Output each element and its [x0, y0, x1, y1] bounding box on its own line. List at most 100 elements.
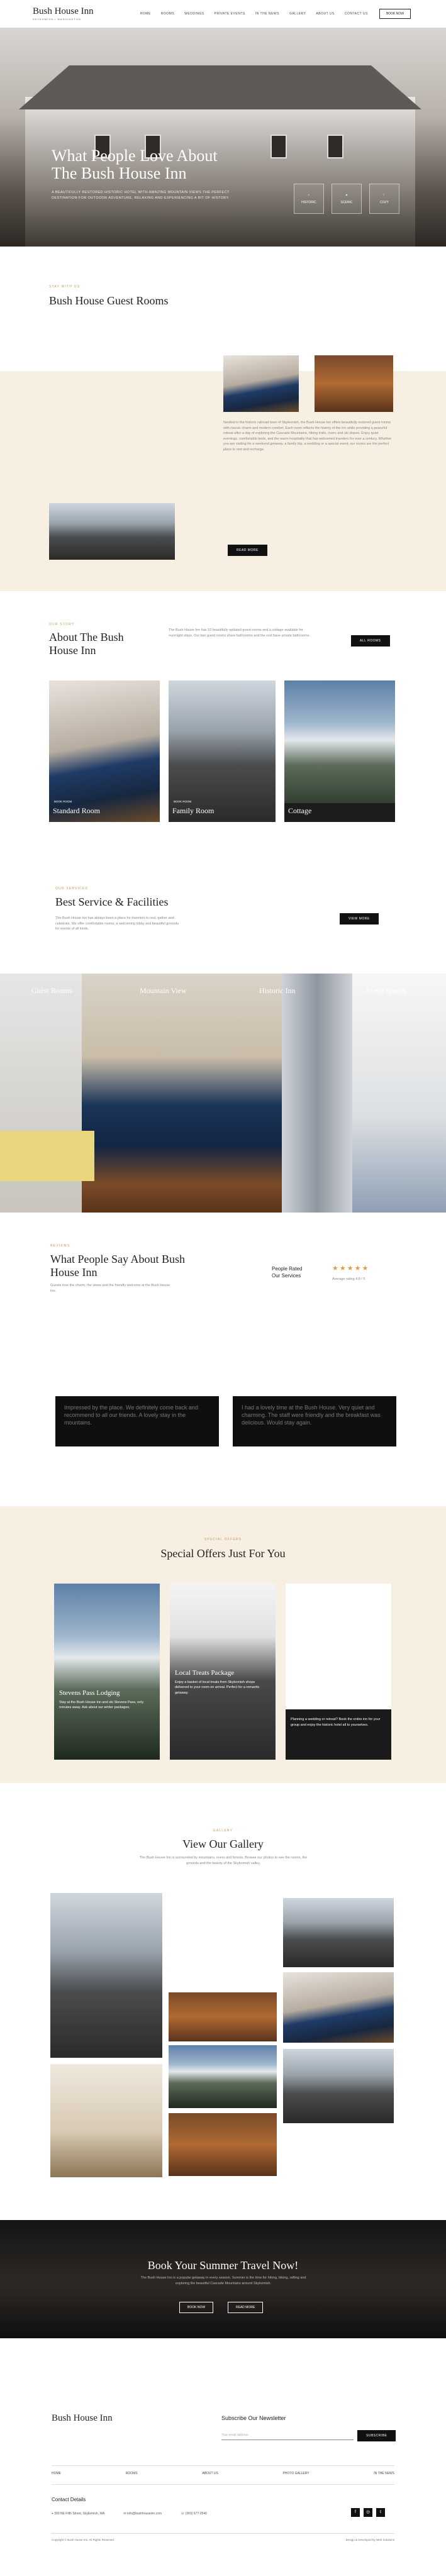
rooms-title: Bush House Guest Rooms	[49, 294, 169, 307]
footer-link[interactable]: ABOUT US	[202, 2472, 218, 2475]
main-nav: HOME ROOMS WEDDINGS PRIVATE EVENTS IN TH…	[140, 12, 368, 16]
hero-roof-shape	[19, 65, 421, 109]
hero-text: A BEAUTIFULLY RESTORED HISTORIC HOTEL WI…	[52, 191, 230, 200]
mountain-icon: ▲	[345, 193, 348, 197]
building-icon: ⌂	[308, 193, 310, 197]
nav-in-the-news[interactable]: IN THE NEWS	[255, 12, 279, 16]
copyright: Copyright © Bush House Inn. All Rights R…	[52, 2538, 115, 2541]
view-more-button[interactable]: VIEW MORE	[340, 913, 379, 924]
card-title: Standard Room	[53, 806, 100, 815]
contact-phone[interactable]: ☏ (360) 677-2540	[181, 2512, 207, 2516]
newsletter-email-input[interactable]: Your email address	[221, 2430, 354, 2440]
offer-card[interactable]: Local Treats Package Enjoy a basket of l…	[170, 1584, 276, 1760]
about-eyebrow: OUR STORY	[49, 623, 75, 626]
gallery-title: View Our Gallery	[182, 1838, 264, 1850]
nav-weddings[interactable]: WEDDINGS	[184, 12, 204, 16]
footer-logo[interactable]: Bush House Inn	[52, 2414, 113, 2423]
room-card[interactable]: BOOK ROOM Family Room	[169, 680, 276, 822]
feature-scenic: ▲ SCENIC	[332, 184, 362, 214]
book-now-button[interactable]: BOOK NOW	[379, 9, 411, 19]
gallery-photo[interactable]	[169, 2113, 277, 2176]
gallery-photo[interactable]	[169, 1992, 277, 2041]
room-photo	[223, 355, 299, 412]
testimonial-card: I had a lovely time at the Bush House. V…	[233, 1396, 396, 1446]
room-card[interactable]: BOOK ROOM Standard Room	[49, 680, 160, 822]
star-rating: ★★★★★	[332, 1265, 370, 1272]
service-text: The Bush House Inn has always been a pla…	[55, 916, 179, 931]
gallery-photo[interactable]	[50, 2064, 162, 2177]
hero-section: What People Love About The Bush House Inn…	[0, 28, 446, 247]
nav-private-events[interactable]: PRIVATE EVENTS	[215, 12, 245, 16]
about-title: About The Bush House Inn	[49, 631, 124, 657]
nav-contact-us[interactable]: CONTACT US	[345, 12, 368, 16]
offer-card[interactable]: Stevens Pass Lodging Stay at the Bush Ho…	[54, 1584, 160, 1760]
cta-title: Book Your Summer Travel Now!	[147, 2259, 299, 2272]
offers-title: Special Offers Just For You	[160, 1547, 286, 1560]
offer-card[interactable]: Planning a wedding or retreat? Book the …	[286, 1584, 391, 1760]
about-text: The Bush House Inn has 10 beautifully up…	[169, 628, 311, 638]
credit: Design & Developed by Web Solutions	[345, 2538, 394, 2541]
bed-icon: ☾	[382, 193, 386, 197]
nav-rooms[interactable]: ROOMS	[161, 12, 174, 16]
rating-score: Average rating 4.8 / 5	[332, 1277, 365, 1281]
site-header: Bush House Inn SKYKOMISH • WASHINGTON HO…	[0, 0, 446, 28]
offer-text: Stay at the Bush House Inn and ski Steve…	[59, 1700, 144, 1710]
footer-link[interactable]: HOME	[52, 2472, 61, 2475]
cta-text: The Bush House Inn is a popular getaway …	[140, 2276, 306, 2285]
rooms-read-more-button[interactable]: READ MORE	[228, 545, 267, 556]
service-eyebrow: OUR SERVICES	[55, 887, 89, 891]
subscribe-button[interactable]: SUBSCRIBE	[357, 2430, 396, 2441]
nav-home[interactable]: HOME	[140, 12, 151, 16]
gallery-photo[interactable]	[283, 1898, 394, 1967]
instagram-icon[interactable]: ◎	[364, 2508, 372, 2517]
footer-divider	[52, 2533, 394, 2534]
offer-title: Local Treats Package	[175, 1669, 235, 1677]
footer-divider	[52, 2465, 394, 2466]
logo[interactable]: Bush House Inn SKYKOMISH • WASHINGTON	[33, 7, 94, 21]
reviews-eyebrow: REVIEWS	[50, 1244, 70, 1248]
rated-label: People Rated Our Services	[272, 1266, 303, 1279]
contact-details: ⌖ 300 NE Fifth Street, Skykomish, WA ✉ i…	[52, 2512, 207, 2516]
logo-text: Bush House Inn	[33, 6, 94, 16]
contact-address: ⌖ 300 NE Fifth Street, Skykomish, WA	[52, 2512, 105, 2516]
footer-divider	[52, 2484, 394, 2485]
tab-mountain-view[interactable]: Mountain View	[140, 986, 187, 996]
footer-link[interactable]: ROOMS	[126, 2472, 138, 2475]
card-tag: BOOK ROOM	[54, 800, 72, 803]
footer-link[interactable]: IN THE NEWS	[374, 2472, 394, 2475]
facebook-icon[interactable]: f	[351, 2508, 360, 2517]
all-rooms-button[interactable]: ALL ROOMS	[351, 635, 390, 647]
offer-title: Stevens Pass Lodging	[59, 1689, 120, 1697]
feature-historic: ⌂ HISTORIC	[294, 184, 324, 214]
cta-read-more-button[interactable]: READ MORE	[228, 2302, 264, 2313]
footer-link[interactable]: PHOTO GALLERY	[283, 2472, 309, 2475]
twitter-icon[interactable]: t	[376, 2508, 385, 2517]
offers-eyebrow: SPECIAL OFFERS	[204, 1538, 242, 1541]
feature-cozy: ☾ COZY	[369, 184, 399, 214]
hero-feature-icons: ⌂ HISTORIC ▲ SCENIC ☾ COZY	[294, 184, 399, 214]
tab-guest-rooms[interactable]: Guest Rooms	[31, 986, 72, 996]
gallery-text: The Bush House Inn is surrounded by moun…	[139, 1856, 308, 1865]
cta-book-now-button[interactable]: BOOK NOW	[179, 2302, 214, 2313]
social-icons: f ◎ t	[351, 2508, 385, 2517]
hero-window	[327, 135, 343, 158]
reviews-title: What People Say About Bush House Inn	[50, 1253, 185, 1279]
service-title: Best Service & Facilities	[55, 896, 169, 908]
contact-title: Contact Details	[52, 2497, 86, 2502]
tab-historic-inn[interactable]: Historic Inn	[259, 986, 296, 996]
exterior-photo	[49, 503, 175, 560]
contact-email[interactable]: ✉ info@bushhouseinn.com	[123, 2512, 162, 2516]
gallery-photo[interactable]	[169, 2045, 277, 2108]
room-card[interactable]: Cottage	[284, 680, 395, 822]
nav-gallery[interactable]: GALLERY	[289, 12, 306, 16]
tab-event-spaces[interactable]: Event Spaces	[366, 986, 406, 996]
service-image	[0, 974, 446, 1213]
nav-about-us[interactable]: ABOUT US	[316, 12, 334, 16]
gallery-photo[interactable]	[283, 1972, 394, 2043]
offer-text: Enjoy a basket of local treats from Skyk…	[175, 1680, 260, 1695]
offer-text: Planning a wedding or retreat? Book the …	[291, 1718, 381, 1727]
gallery-photo[interactable]	[50, 1893, 162, 2058]
logo-subtitle: SKYKOMISH • WASHINGTON	[33, 18, 81, 21]
room-photo	[315, 355, 393, 412]
gallery-photo[interactable]	[283, 2049, 394, 2123]
